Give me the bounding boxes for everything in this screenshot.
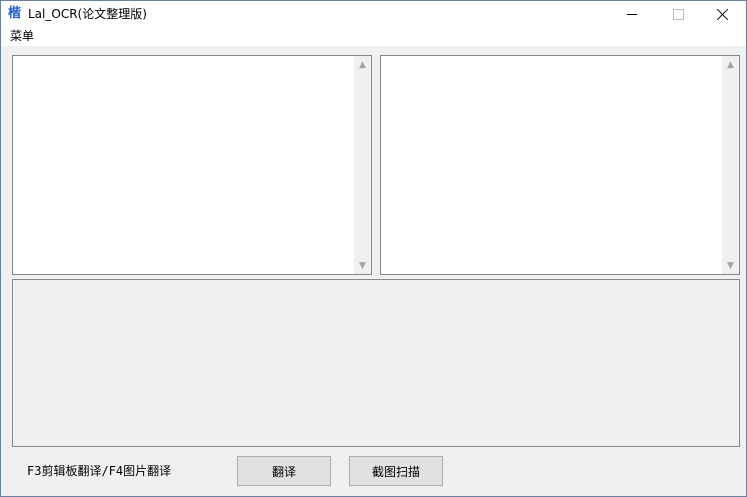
scroll-up-arrow-icon[interactable]: ▲ (354, 56, 371, 73)
maximize-icon (672, 8, 684, 20)
minimize-button[interactable] (609, 1, 655, 27)
app-window: 楷 Lal_OCR(论文整理版) 菜单 ▲ ▼ ▲ ▼ F3剪辑板翻译/F4图片… (0, 0, 747, 497)
menu-item-menu[interactable]: 菜单 (10, 28, 34, 45)
window-title: Lal_OCR(论文整理版) (28, 7, 147, 21)
image-preview-panel (12, 279, 740, 447)
source-scrollbar[interactable]: ▲ ▼ (354, 56, 371, 274)
close-icon (717, 8, 729, 20)
translate-button[interactable]: 翻译 (237, 456, 331, 486)
menu-bar: 菜单 (1, 27, 746, 46)
translated-scrollbar[interactable]: ▲ ▼ (722, 56, 739, 274)
translated-text-area[interactable]: ▲ ▼ (380, 55, 740, 275)
title-bar[interactable]: 楷 Lal_OCR(论文整理版) (1, 1, 746, 27)
app-icon: 楷 (8, 6, 22, 21)
close-button[interactable] (700, 1, 746, 27)
scroll-down-arrow-icon[interactable]: ▼ (722, 257, 739, 274)
scroll-down-arrow-icon[interactable]: ▼ (354, 257, 371, 274)
minimize-icon (627, 13, 637, 15)
scroll-up-arrow-icon[interactable]: ▲ (722, 56, 739, 73)
source-text-area[interactable]: ▲ ▼ (12, 55, 372, 275)
maximize-button[interactable] (655, 1, 701, 27)
screenshot-scan-button[interactable]: 截图扫描 (349, 456, 443, 486)
shortcut-hint: F3剪辑板翻译/F4图片翻译 (27, 464, 172, 478)
